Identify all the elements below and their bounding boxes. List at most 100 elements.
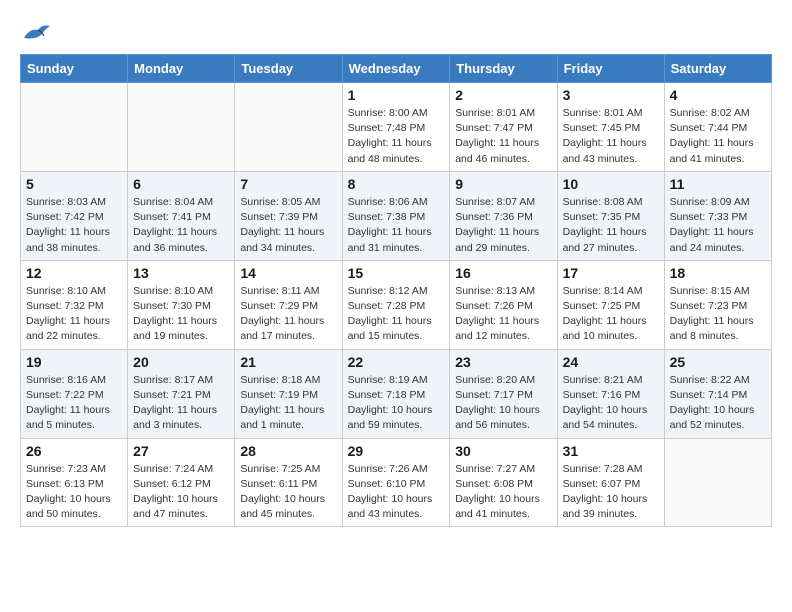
day-info: Sunrise: 8:17 AM Sunset: 7:21 PM Dayligh… xyxy=(133,373,229,434)
page-header xyxy=(20,20,772,48)
weekday-header-tuesday: Tuesday xyxy=(235,55,342,83)
calendar-cell xyxy=(21,83,128,172)
calendar-cell: 28 Sunrise: 7:25 AM Sunset: 6:11 PM Dayli… xyxy=(235,438,342,527)
calendar-cell: 8 Sunrise: 8:06 AM Sunset: 7:38 PM Daylig… xyxy=(342,171,450,260)
calendar-cell: 6Sunrise: 8:04 AM Sunset: 7:41 PM Daylig… xyxy=(128,171,235,260)
weekday-header-saturday: Saturday xyxy=(664,55,771,83)
calendar-cell: 5 Sunrise: 8:03 AM Sunset: 7:42 PM Daylig… xyxy=(21,171,128,260)
calendar-cell: 11Sunrise: 8:09 AM Sunset: 7:33 PM Dayli… xyxy=(664,171,771,260)
logo-bird-icon xyxy=(22,20,52,44)
weekday-header-thursday: Thursday xyxy=(450,55,557,83)
day-number: 13 xyxy=(133,265,229,281)
day-info: Sunrise: 7:23 AM Sunset: 6:13 PM Dayligh… xyxy=(26,462,122,523)
calendar-cell: 18 Sunrise: 8:15 AM Sunset: 7:23 PM Dayli… xyxy=(664,260,771,349)
day-info: Sunrise: 8:05 AM Sunset: 7:39 PM Dayligh… xyxy=(240,195,336,256)
weekday-header-monday: Monday xyxy=(128,55,235,83)
day-number: 25 xyxy=(670,354,766,370)
day-number: 4 xyxy=(670,87,766,103)
calendar-week-row: 26 Sunrise: 7:23 AM Sunset: 6:13 PM Dayli… xyxy=(21,438,772,527)
day-number: 21 xyxy=(240,354,336,370)
day-number: 20 xyxy=(133,354,229,370)
calendar-cell: 3Sunrise: 8:01 AM Sunset: 7:45 PM Daylig… xyxy=(557,83,664,172)
calendar-cell: 17 Sunrise: 8:14 AM Sunset: 7:25 PM Dayli… xyxy=(557,260,664,349)
day-info: Sunrise: 8:13 AM Sunset: 7:26 PM Dayligh… xyxy=(455,284,551,345)
day-number: 1 xyxy=(348,87,445,103)
day-info: Sunrise: 8:09 AM Sunset: 7:33 PM Dayligh… xyxy=(670,195,766,256)
calendar-cell: 20 Sunrise: 8:17 AM Sunset: 7:21 PM Dayli… xyxy=(128,349,235,438)
calendar-cell: 12 Sunrise: 8:10 AM Sunset: 7:32 PM Dayli… xyxy=(21,260,128,349)
day-info: Sunrise: 7:26 AM Sunset: 6:10 PM Dayligh… xyxy=(348,462,445,523)
day-number: 8 xyxy=(348,176,445,192)
calendar-cell: 16 Sunrise: 8:13 AM Sunset: 7:26 PM Dayli… xyxy=(450,260,557,349)
day-number: 14 xyxy=(240,265,336,281)
calendar-week-row: 19Sunrise: 8:16 AM Sunset: 7:22 PM Dayli… xyxy=(21,349,772,438)
day-number: 22 xyxy=(348,354,445,370)
day-number: 26 xyxy=(26,443,122,459)
calendar-cell xyxy=(664,438,771,527)
day-number: 12 xyxy=(26,265,122,281)
calendar-week-row: 5 Sunrise: 8:03 AM Sunset: 7:42 PM Daylig… xyxy=(21,171,772,260)
calendar-cell: 13 Sunrise: 8:10 AM Sunset: 7:30 PM Dayli… xyxy=(128,260,235,349)
day-info: Sunrise: 8:04 AM Sunset: 7:41 PM Dayligh… xyxy=(133,195,229,256)
day-number: 15 xyxy=(348,265,445,281)
calendar-cell: 23 Sunrise: 8:20 AM Sunset: 7:17 PM Dayli… xyxy=(450,349,557,438)
calendar-cell: 25 Sunrise: 8:22 AM Sunset: 7:14 PM Dayli… xyxy=(664,349,771,438)
day-number: 18 xyxy=(670,265,766,281)
day-info: Sunrise: 8:20 AM Sunset: 7:17 PM Dayligh… xyxy=(455,373,551,434)
day-info: Sunrise: 7:24 AM Sunset: 6:12 PM Dayligh… xyxy=(133,462,229,523)
calendar-cell: 15 Sunrise: 8:12 AM Sunset: 7:28 PM Dayli… xyxy=(342,260,450,349)
day-info: Sunrise: 8:21 AM Sunset: 7:16 PM Dayligh… xyxy=(563,373,659,434)
weekday-header-friday: Friday xyxy=(557,55,664,83)
day-info: Sunrise: 8:15 AM Sunset: 7:23 PM Dayligh… xyxy=(670,284,766,345)
day-number: 24 xyxy=(563,354,659,370)
day-number: 30 xyxy=(455,443,551,459)
day-info: Sunrise: 8:18 AM Sunset: 7:19 PM Dayligh… xyxy=(240,373,336,434)
day-info: Sunrise: 8:01 AM Sunset: 7:47 PM Dayligh… xyxy=(455,106,551,167)
day-number: 5 xyxy=(26,176,122,192)
calendar-cell: 24 Sunrise: 8:21 AM Sunset: 7:16 PM Dayli… xyxy=(557,349,664,438)
calendar-table: SundayMondayTuesdayWednesdayThursdayFrid… xyxy=(20,54,772,527)
day-info: Sunrise: 8:00 AM Sunset: 7:48 PM Dayligh… xyxy=(348,106,445,167)
day-info: Sunrise: 8:03 AM Sunset: 7:42 PM Dayligh… xyxy=(26,195,122,256)
calendar-cell xyxy=(235,83,342,172)
calendar-cell: 27 Sunrise: 7:24 AM Sunset: 6:12 PM Dayli… xyxy=(128,438,235,527)
day-number: 7 xyxy=(240,176,336,192)
day-info: Sunrise: 8:10 AM Sunset: 7:32 PM Dayligh… xyxy=(26,284,122,345)
calendar-cell: 30Sunrise: 7:27 AM Sunset: 6:08 PM Dayli… xyxy=(450,438,557,527)
calendar-cell: 26 Sunrise: 7:23 AM Sunset: 6:13 PM Dayli… xyxy=(21,438,128,527)
day-info: Sunrise: 8:02 AM Sunset: 7:44 PM Dayligh… xyxy=(670,106,766,167)
calendar-cell: 1 Sunrise: 8:00 AM Sunset: 7:48 PM Daylig… xyxy=(342,83,450,172)
day-info: Sunrise: 8:10 AM Sunset: 7:30 PM Dayligh… xyxy=(133,284,229,345)
calendar-cell: 10 Sunrise: 8:08 AM Sunset: 7:35 PM Dayli… xyxy=(557,171,664,260)
calendar-cell: 22 Sunrise: 8:19 AM Sunset: 7:18 PM Dayli… xyxy=(342,349,450,438)
day-info: Sunrise: 8:22 AM Sunset: 7:14 PM Dayligh… xyxy=(670,373,766,434)
day-number: 10 xyxy=(563,176,659,192)
day-info: Sunrise: 8:19 AM Sunset: 7:18 PM Dayligh… xyxy=(348,373,445,434)
calendar-cell xyxy=(128,83,235,172)
day-number: 28 xyxy=(240,443,336,459)
calendar-cell: 7 Sunrise: 8:05 AM Sunset: 7:39 PM Daylig… xyxy=(235,171,342,260)
day-info: Sunrise: 8:14 AM Sunset: 7:25 PM Dayligh… xyxy=(563,284,659,345)
day-number: 2 xyxy=(455,87,551,103)
calendar-header-row: SundayMondayTuesdayWednesdayThursdayFrid… xyxy=(21,55,772,83)
day-number: 29 xyxy=(348,443,445,459)
day-number: 27 xyxy=(133,443,229,459)
day-number: 17 xyxy=(563,265,659,281)
day-info: Sunrise: 8:08 AM Sunset: 7:35 PM Dayligh… xyxy=(563,195,659,256)
weekday-header-wednesday: Wednesday xyxy=(342,55,450,83)
day-info: Sunrise: 8:06 AM Sunset: 7:38 PM Dayligh… xyxy=(348,195,445,256)
day-number: 16 xyxy=(455,265,551,281)
day-number: 23 xyxy=(455,354,551,370)
calendar-cell: 14Sunrise: 8:11 AM Sunset: 7:29 PM Dayli… xyxy=(235,260,342,349)
calendar-cell: 4 Sunrise: 8:02 AM Sunset: 7:44 PM Daylig… xyxy=(664,83,771,172)
day-number: 19 xyxy=(26,354,122,370)
calendar-cell: 31Sunrise: 7:28 AM Sunset: 6:07 PM Dayli… xyxy=(557,438,664,527)
day-number: 9 xyxy=(455,176,551,192)
day-number: 31 xyxy=(563,443,659,459)
day-info: Sunrise: 7:25 AM Sunset: 6:11 PM Dayligh… xyxy=(240,462,336,523)
day-info: Sunrise: 8:12 AM Sunset: 7:28 PM Dayligh… xyxy=(348,284,445,345)
calendar-cell: 9Sunrise: 8:07 AM Sunset: 7:36 PM Daylig… xyxy=(450,171,557,260)
calendar-week-row: 12 Sunrise: 8:10 AM Sunset: 7:32 PM Dayli… xyxy=(21,260,772,349)
calendar-cell: 29 Sunrise: 7:26 AM Sunset: 6:10 PM Dayli… xyxy=(342,438,450,527)
calendar-cell: 19Sunrise: 8:16 AM Sunset: 7:22 PM Dayli… xyxy=(21,349,128,438)
